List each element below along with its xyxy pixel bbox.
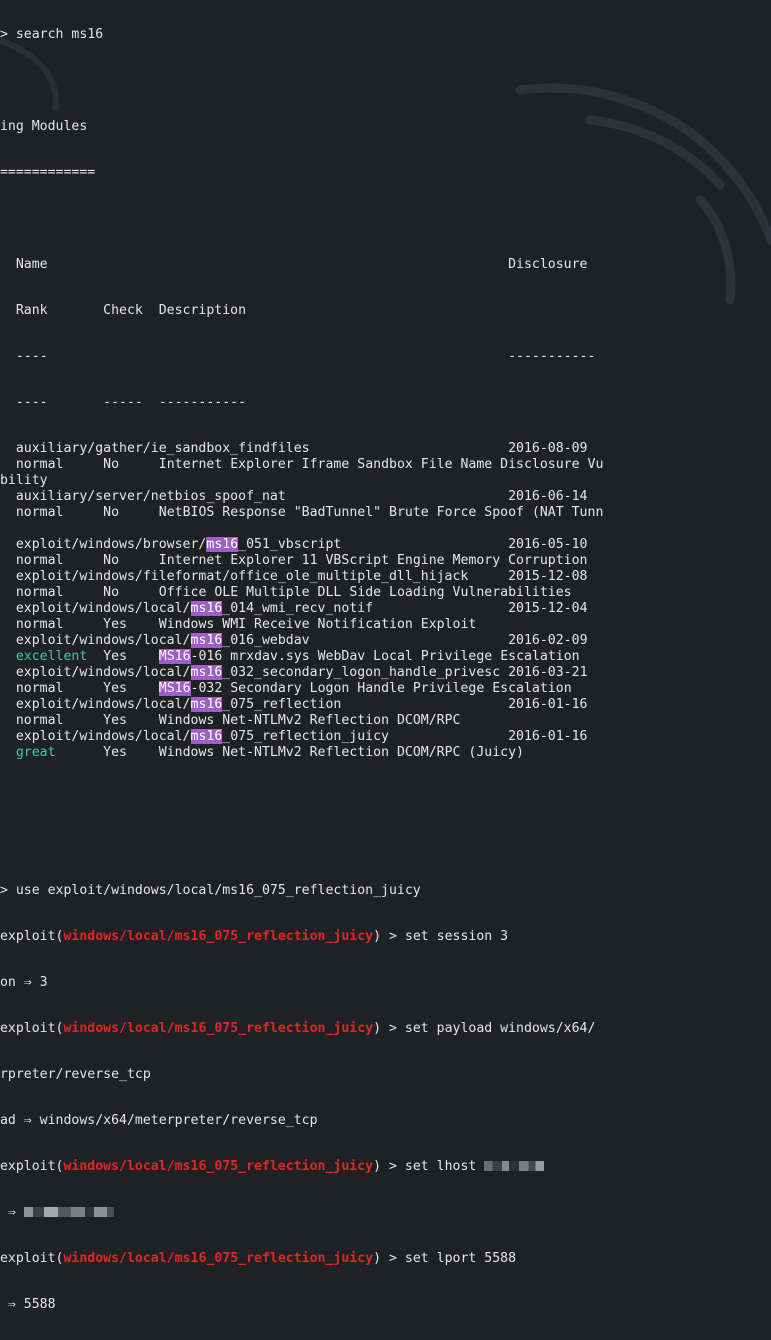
module-description: NetBIOS Response "BadTunnel" Brute Force…: [158, 505, 604, 520]
redacted-ip: [484, 1161, 545, 1171]
module-row: auxiliary/gather/ie_sandbox_findfiles 20…: [0, 441, 588, 456]
module-description: Internet Explorer 11 VBScript Engine Mem…: [158, 553, 588, 568]
module-row: exploit/windows/local/ms16_075_reflectio…: [0, 697, 588, 712]
module-row: exploit/windows/local/ms16_016_webdav 20…: [0, 633, 588, 648]
prompt-line-session: exploit(windows/local/ms16_075_reflectio…: [0, 929, 509, 944]
column-rule-1: ---- -----------: [0, 349, 596, 364]
module-detail-row: normal Yes Windows WMI Receive Notificat…: [0, 617, 771, 633]
prompt-line-payload-wrap: erpreter/reverse_tcp: [0, 1067, 151, 1082]
module-rank: normal: [15, 713, 64, 728]
module-description: Office OLE Multiple DLL Side Loading Vul…: [158, 585, 572, 600]
output-lhost: t ⇒: [0, 1205, 771, 1221]
module-detail-row: excellent Yes MS16-016 mrxdav.sys WebDav…: [15, 649, 580, 664]
prompt-line-lport: exploit(windows/local/ms16_075_reflectio…: [0, 1251, 517, 1266]
module-description: Windows WMI Receive Notification Exploit: [158, 617, 477, 632]
terminal-output[interactable]: > search ms16 ning Modules =============…: [0, 0, 771, 1312]
module-rank: normal: [15, 505, 64, 520]
module-wrap-row: [0, 521, 771, 537]
disclosure-date: 2015-12-08: [508, 569, 588, 584]
module-detail-row: normal No Office OLE Multiple DLL Side L…: [0, 585, 771, 601]
disclosure-date: 2016-06-14: [508, 489, 588, 504]
prompt-line-payload: exploit(windows/local/ms16_075_reflectio…: [0, 1021, 596, 1036]
output-lport: t ⇒ 5588: [7, 1297, 56, 1312]
prompt-line-lhost: exploit(windows/local/ms16_075_reflectio…: [0, 1159, 771, 1175]
module-rank: great: [15, 745, 56, 760]
column-header-rank: Rank Check Description: [0, 303, 247, 318]
disclosure-date: 2016-01-16: [508, 697, 588, 712]
module-description: Windows Net-NTLMv2 Reflection DCOM/RPC (…: [158, 745, 524, 760]
module-check: Yes: [103, 713, 127, 728]
disclosure-date: 2015-12-04: [508, 601, 588, 616]
module-row: exploit/windows/local/ms16_014_wmi_recv_…: [0, 601, 588, 616]
module-row: exploit/windows/local/ms16_032_secondary…: [0, 665, 588, 680]
search-command-line: > search ms16: [0, 27, 104, 42]
module-detail-row: normal No NetBIOS Response "BadTunnel" B…: [0, 505, 771, 521]
output-session: ion ⇒ 3: [0, 975, 48, 990]
module-description: -016 mrxdav.sys WebDav Local Privilege E…: [190, 649, 580, 664]
use-command-line: > use exploit/windows/local/ms16_075_ref…: [0, 883, 421, 898]
disclosure-date: 2016-08-09: [508, 441, 588, 456]
module-check: No: [103, 585, 120, 600]
disclosure-date: 2016-01-16: [508, 729, 588, 744]
disclosure-date: 2016-05-10: [508, 537, 588, 552]
module-wrap-row: ability: [0, 473, 48, 488]
module-detail-row: normal Yes MS16-032 Secondary Logon Hand…: [15, 681, 572, 696]
disclosure-date: 2016-02-09: [508, 633, 588, 648]
module-description: Windows Net-NTLMv2 Reflection DCOM/RPC: [158, 713, 461, 728]
module-row: exploit/windows/local/ms16_075_reflectio…: [0, 729, 588, 744]
module-description: -032 Secondary Logon Handle Privilege Es…: [190, 681, 572, 696]
module-rank: normal: [15, 585, 64, 600]
module-check: No: [103, 553, 120, 568]
results-heading: ning Modules: [0, 119, 88, 134]
column-header-name: Name Disclosure: [0, 257, 588, 272]
module-check: No: [103, 457, 120, 472]
module-rank: normal: [15, 617, 64, 632]
module-check: Yes: [103, 745, 127, 760]
module-check: Yes: [103, 649, 128, 664]
module-detail-row: great Yes Windows Net-NTLMv2 Reflection …: [0, 745, 771, 761]
module-check: No: [103, 505, 120, 520]
module-detail-row: normal No Internet Explorer 11 VBScript …: [0, 553, 771, 569]
module-row: auxiliary/server/netbios_spoof_nat 2016-…: [0, 489, 588, 504]
module-row: exploit/windows/fileformat/office_ole_mu…: [0, 569, 588, 584]
module-rank: excellent: [15, 649, 88, 664]
module-detail-row: normal Yes Windows Net-NTLMv2 Reflection…: [0, 713, 771, 729]
module-rank: normal: [15, 681, 64, 696]
column-rule-2: ---- ----- -----------: [0, 395, 247, 410]
results-heading-rule: =============: [0, 165, 96, 180]
disclosure-date: 2016-03-21: [508, 665, 588, 680]
module-rank: normal: [15, 553, 64, 568]
redacted-ip-output: [23, 1207, 114, 1217]
module-rank: normal: [15, 457, 64, 472]
output-payload: oad ⇒ windows/x64/meterpreter/reverse_tc…: [0, 1113, 318, 1128]
module-check: Yes: [103, 681, 127, 696]
module-row: exploit/windows/browser/ms16_051_vbscrip…: [0, 537, 588, 552]
module-detail-row: normal No Internet Explorer Iframe Sandb…: [0, 457, 771, 473]
module-check: Yes: [103, 617, 127, 632]
module-results: auxiliary/gather/ie_sandbox_findfiles 20…: [0, 441, 771, 761]
module-description: Internet Explorer Iframe Sandbox File Na…: [158, 457, 604, 472]
